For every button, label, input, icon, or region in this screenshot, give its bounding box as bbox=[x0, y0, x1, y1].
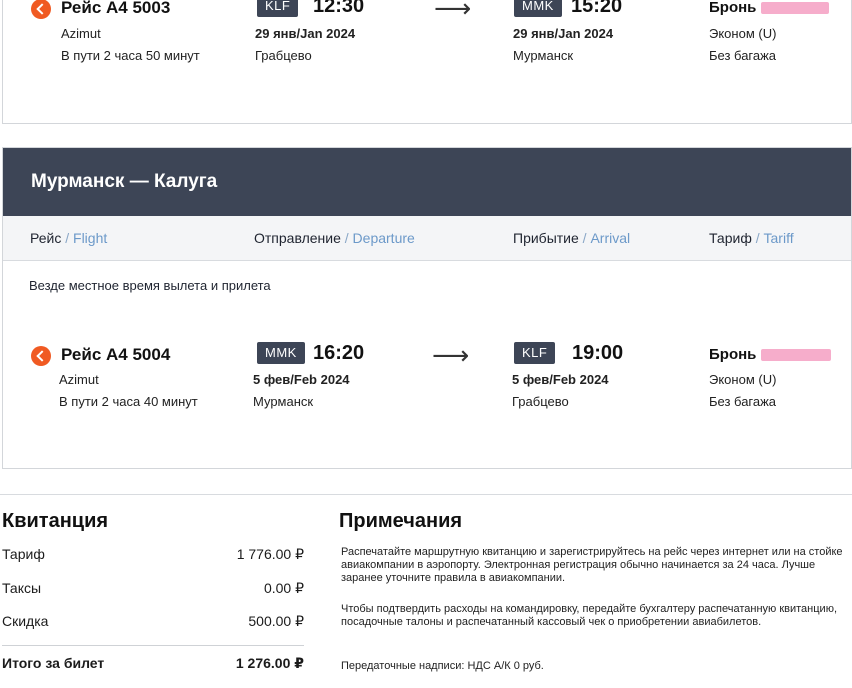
column-departure: Отправление / Departure bbox=[254, 230, 415, 246]
notes-paragraph: Чтобы подтвердить расходы на командировк… bbox=[341, 603, 838, 628]
booking-code: Бронь bbox=[709, 0, 829, 16]
receipt-total: Итого за билет 1 276.00 ₽ bbox=[2, 655, 304, 671]
arrival-date: 5 фев/Feb 2024 bbox=[512, 372, 609, 387]
receipt-row: Скидка 500.00 ₽ bbox=[2, 613, 304, 629]
receipt-row-label: Тариф bbox=[2, 546, 45, 562]
airline-logo-icon bbox=[31, 346, 51, 366]
fare-class: Эконом (U) bbox=[709, 26, 777, 41]
flight-card-outbound: Рейс A4 5003 Azimut В пути 2 часа 50 мин… bbox=[2, 0, 852, 124]
departure-date: 5 фев/Feb 2024 bbox=[253, 372, 350, 387]
departure-city: Грабцево bbox=[255, 48, 312, 63]
flight-duration: В пути 2 часа 40 минут bbox=[59, 394, 198, 409]
airline-logo-icon bbox=[31, 0, 51, 19]
receipt-title: Квитанция bbox=[2, 510, 109, 532]
receipt-row: Тариф 1 776.00 ₽ bbox=[2, 546, 304, 562]
departure-time: 16:20 bbox=[313, 342, 365, 364]
flight-duration: В пути 2 часа 50 минут bbox=[61, 48, 200, 63]
local-time-note: Везде местное время вылета и прилета bbox=[29, 278, 271, 293]
route-title: Мурманск — Калуга bbox=[3, 148, 851, 216]
arrival-date: 29 янв/Jan 2024 bbox=[513, 26, 614, 41]
notes-paragraph: Передаточные надписи: НДС А/К 0 руб. bbox=[341, 660, 544, 672]
receipt-row-label: Таксы bbox=[2, 580, 42, 596]
flight-number: Рейс A4 5003 bbox=[61, 0, 171, 17]
flight-number: Рейс A4 5004 bbox=[61, 345, 171, 364]
booking-code: Бронь bbox=[709, 346, 831, 363]
columns-header: Рейс / Flight Отправление / Departure Пр… bbox=[3, 216, 851, 261]
route-arrow-icon: ⟶ bbox=[434, 0, 472, 23]
receipt-row: Таксы 0.00 ₽ bbox=[2, 580, 304, 596]
receipt-row-label: Скидка bbox=[2, 613, 49, 629]
notes-title: Примечания bbox=[339, 510, 463, 532]
baggage-info: Без багажа bbox=[709, 48, 777, 63]
arrival-city: Мурманск bbox=[513, 48, 574, 63]
route-arrow-icon: ⟶ bbox=[432, 340, 470, 370]
departure-time: 12:30 bbox=[313, 0, 365, 17]
arrival-time: 19:00 bbox=[572, 342, 624, 364]
flight-row: Рейс A4 5003 Azimut В пути 2 часа 50 мин… bbox=[3, 0, 852, 88]
airline-name: Azimut bbox=[59, 372, 99, 387]
arrival-city: Грабцево bbox=[512, 394, 569, 409]
receipt-row-amount: 500.00 ₽ bbox=[248, 613, 304, 629]
notes-paragraph: Распечатайте маршрутную квитанцию и заре… bbox=[341, 546, 843, 584]
column-flight: Рейс / Flight bbox=[30, 230, 108, 246]
departure-airport-code: KLF bbox=[257, 0, 299, 17]
arrival-time: 15:20 bbox=[571, 0, 623, 17]
column-tariff: Тариф / Tariff bbox=[709, 230, 794, 246]
arrival-airport-code: KLF bbox=[514, 342, 556, 364]
departure-date: 29 янв/Jan 2024 bbox=[255, 26, 356, 41]
receipt-total-label: Итого за билет bbox=[2, 655, 105, 671]
receipt-total-amount: 1 276.00 ₽ bbox=[235, 655, 304, 671]
departure-city: Мурманск bbox=[253, 394, 314, 409]
section-divider bbox=[0, 494, 852, 495]
fare-class: Эконом (U) bbox=[709, 372, 777, 387]
redacted-booking-number bbox=[760, 349, 831, 362]
receipt-row-amount: 1 776.00 ₽ bbox=[236, 546, 304, 562]
baggage-info: Без багажа bbox=[709, 394, 777, 409]
departure-airport-code: MMK bbox=[257, 342, 305, 364]
receipt-row-amount: 0.00 ₽ bbox=[263, 580, 304, 596]
redacted-booking-number bbox=[760, 2, 829, 15]
airline-name: Azimut bbox=[61, 26, 101, 41]
flight-card-return: Мурманск — Калуга Рейс / Flight Отправле… bbox=[2, 147, 852, 469]
total-separator bbox=[2, 645, 304, 646]
flight-row: Рейс A4 5004 Azimut В пути 2 часа 40 мин… bbox=[3, 340, 852, 434]
column-arrival: Прибытие / Arrival bbox=[513, 230, 631, 246]
arrival-airport-code: MMK bbox=[514, 0, 562, 17]
